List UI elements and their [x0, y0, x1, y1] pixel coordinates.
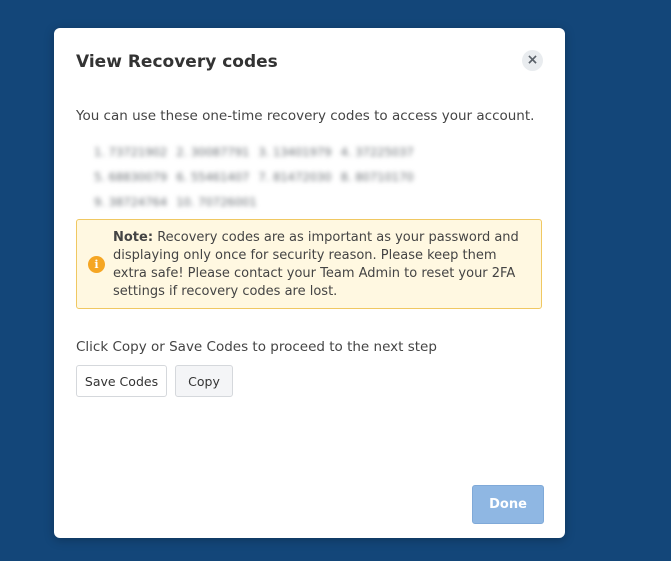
recovery-code-value: 80710170	[355, 170, 414, 184]
recovery-code-value: 81472030	[273, 170, 332, 184]
recovery-code: 10. 70726001	[176, 190, 257, 215]
recovery-code: 5. 68830079	[94, 165, 167, 190]
recovery-code: 7. 81472030	[258, 165, 331, 190]
recovery-code: 1. 73721902	[94, 140, 167, 165]
recovery-code-index: 6.	[176, 170, 188, 184]
recovery-code-value: 13401979	[273, 145, 332, 159]
note-text: Note: Recovery codes are as important as…	[113, 229, 528, 301]
copy-button[interactable]: Copy	[175, 365, 233, 397]
recovery-code: 9. 38724764	[94, 190, 167, 215]
close-button[interactable]: ×	[522, 50, 543, 71]
done-button[interactable]: Done	[472, 485, 544, 524]
recovery-code-index: 1.	[94, 145, 105, 159]
recovery-code: 8. 80710170	[341, 165, 414, 190]
recovery-code-index: 5.	[94, 170, 105, 184]
codes-row: 9. 38724764 10. 70726001	[94, 190, 474, 215]
recovery-code-index: 10.	[176, 195, 195, 209]
save-codes-button[interactable]: Save Codes	[76, 365, 167, 397]
recovery-code-value: 55461407	[190, 170, 250, 184]
note-box: i Note: Recovery codes are as important …	[76, 219, 542, 309]
recovery-code-index: 4.	[340, 145, 352, 159]
codes-row: 5. 68830079 6. 55461407 7. 81472030 8. 8071…	[94, 165, 474, 190]
recovery-code: 3. 13401979	[258, 140, 331, 165]
recovery-code-value: 73721902	[108, 145, 168, 159]
recovery-code: 2. 30087791	[176, 140, 249, 165]
recovery-code-index: 8.	[340, 170, 352, 184]
recovery-code-index: 9.	[94, 195, 105, 209]
recovery-code: 4. 37225037	[341, 140, 414, 165]
recovery-code-value: 30087791	[190, 145, 250, 159]
recovery-code-value: 38724764	[108, 195, 168, 209]
info-warning-icon: i	[88, 256, 105, 273]
close-icon: ×	[526, 52, 539, 68]
dialog-title: View Recovery codes	[76, 52, 278, 72]
recovery-codes-list: 1. 73721902 2. 30087791 3. 13401979 4. 3722…	[94, 140, 474, 215]
codes-row: 1. 73721902 2. 30087791 3. 13401979 4. 3722…	[94, 140, 474, 165]
recovery-code: 6. 55461407	[176, 165, 249, 190]
recovery-code-value: 70726001	[198, 195, 257, 209]
note-body: Recovery codes are as important as your …	[113, 230, 519, 299]
instruction-text: Click Copy or Save Codes to proceed to t…	[76, 339, 437, 355]
note-label: Note:	[113, 230, 154, 245]
recovery-code-index: 2.	[176, 145, 188, 159]
recovery-code-value: 37225037	[355, 145, 414, 159]
recovery-code-index: 3.	[258, 145, 270, 159]
recovery-code-value: 68830079	[108, 170, 168, 184]
intro-text: You can use these one-time recovery code…	[76, 108, 535, 124]
recovery-codes-dialog: View Recovery codes × You can use these …	[54, 28, 565, 538]
modal-backdrop: View Recovery codes × You can use these …	[0, 0, 671, 561]
recovery-code-index: 7.	[258, 170, 270, 184]
